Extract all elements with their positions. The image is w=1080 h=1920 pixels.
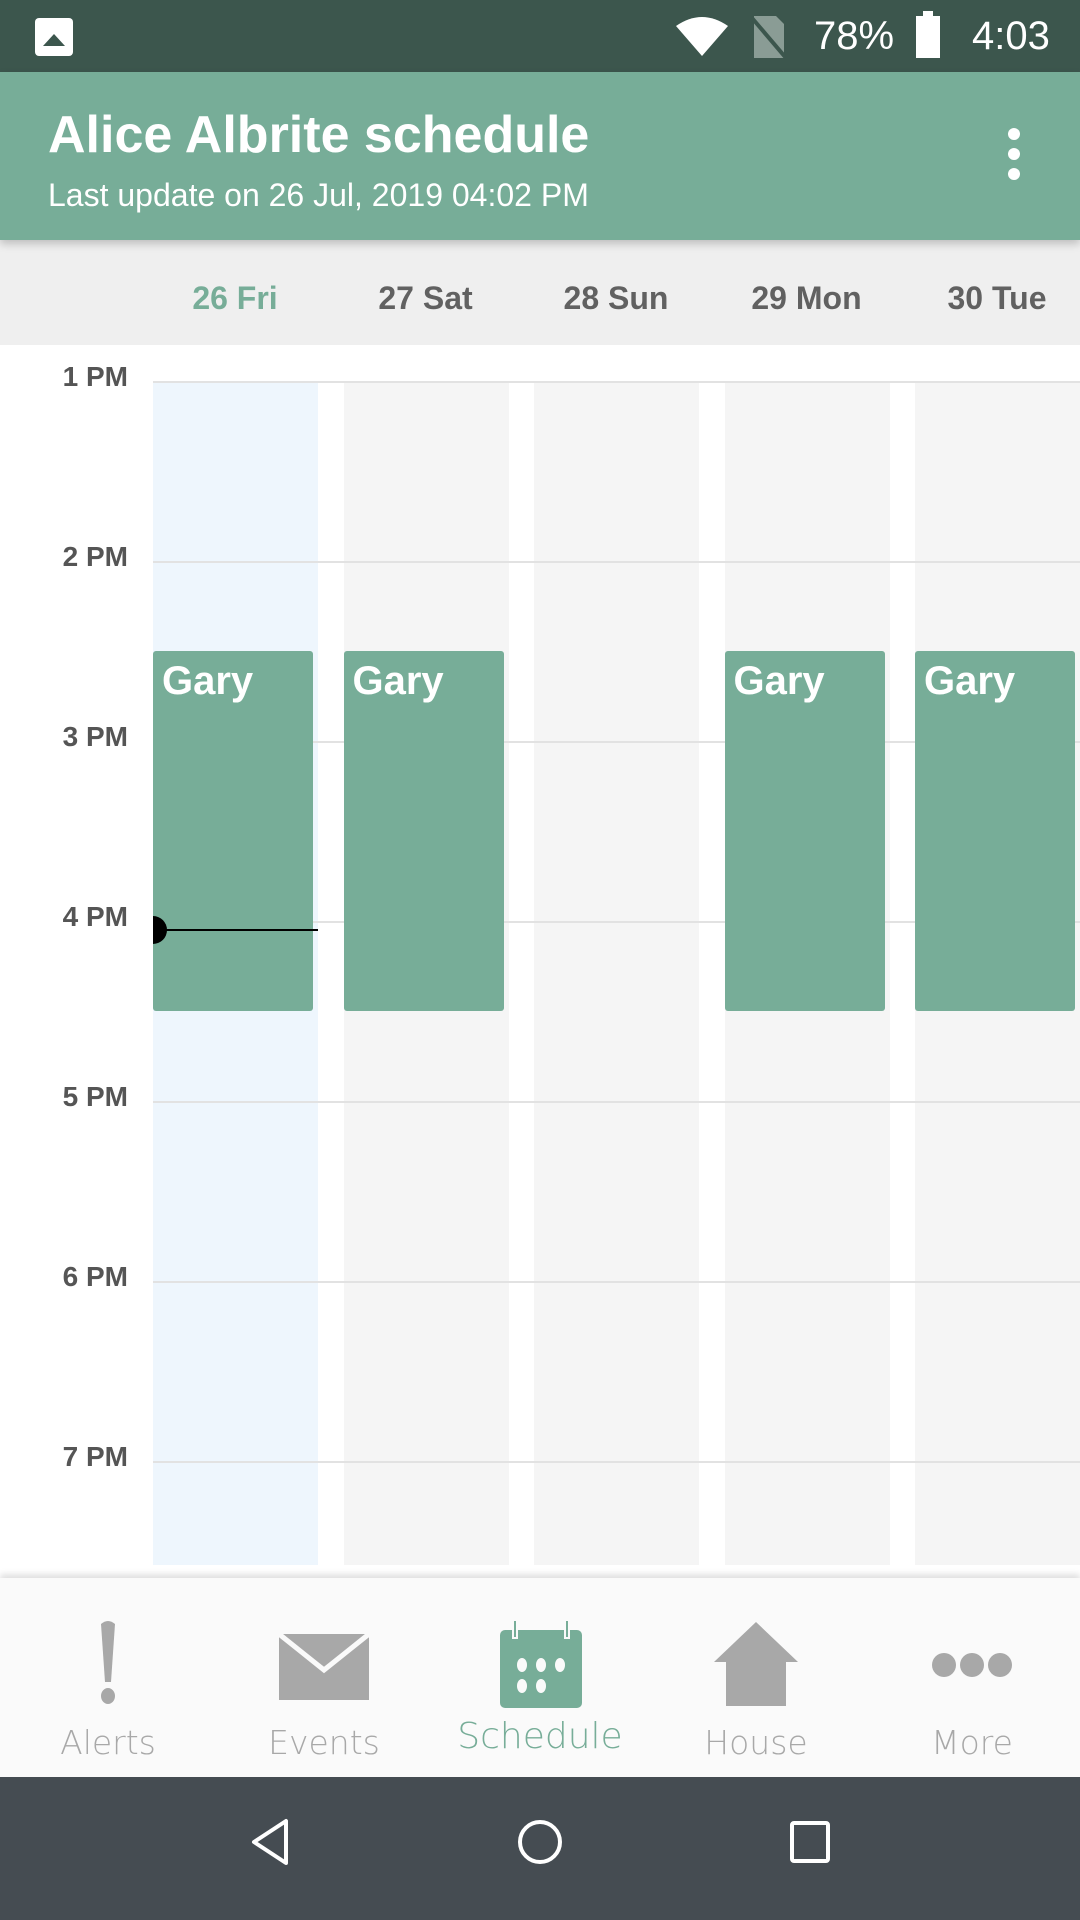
battery-icon: [916, 11, 940, 58]
status-bar: 78% 4:03: [0, 0, 1080, 72]
clock: 4:03: [972, 14, 1050, 58]
event-block[interactable]: Gary: [343, 651, 504, 1011]
hour-label: 7 PM: [62, 1441, 128, 1472]
hour-label: 5 PM: [62, 1081, 128, 1112]
hour-label: 4 PM: [62, 901, 128, 932]
day-header: 26 Fri 27 Sat 28 Sun 29 Mon 30 Tue: [0, 240, 1080, 345]
day-header-3[interactable]: 29 Mon: [712, 280, 902, 317]
hour-gridline: [153, 1461, 1080, 1463]
image-icon: [35, 18, 73, 56]
current-time-dot: [153, 916, 167, 944]
tab-events[interactable]: Events: [216, 1578, 432, 1777]
envelope-icon: [277, 1632, 371, 1700]
event-block[interactable]: Gary: [153, 651, 313, 1011]
system-nav-bar: [0, 1777, 1080, 1920]
day-column[interactable]: [534, 381, 699, 1565]
day-header-4[interactable]: 30 Tue: [902, 280, 1080, 317]
calendar-icon: [500, 1620, 582, 1708]
hour-label: 3 PM: [62, 721, 128, 752]
hour-label: 2 PM: [62, 541, 128, 572]
wifi-icon: [676, 17, 728, 56]
tab-label: More: [931, 1723, 1013, 1762]
tab-label: Schedule: [457, 1716, 623, 1757]
tab-more[interactable]: More: [864, 1578, 1080, 1777]
hour-label: 6 PM: [62, 1261, 128, 1292]
tab-alerts[interactable]: Alerts: [0, 1578, 216, 1777]
hour-gridline: [153, 1281, 1080, 1283]
more-vert-icon[interactable]: [996, 128, 1032, 184]
schedule-grid[interactable]: 1 PM 2 PM 3 PM 4 PM 5 PM 6 PM 7 PM Gary Gary Gary…: [0, 345, 1080, 1565]
event-block[interactable]: Gary: [915, 651, 1075, 1011]
tab-schedule[interactable]: Schedule: [432, 1578, 648, 1777]
hour-label: 1 PM: [62, 361, 128, 392]
home-icon[interactable]: [516, 1817, 564, 1867]
event-title: Gary: [924, 659, 1016, 703]
event-title: Gary: [733, 659, 825, 703]
exclamation-icon: [101, 1621, 115, 1704]
tab-label: Alerts: [60, 1723, 156, 1762]
app-bar: Alice Albrite schedule Last update on 26…: [0, 72, 1080, 240]
event-block[interactable]: Gary: [724, 651, 885, 1011]
no-sim-icon: [750, 16, 786, 58]
recents-icon[interactable]: [788, 1817, 832, 1867]
day-header-0[interactable]: 26 Fri: [140, 280, 330, 317]
tab-label: Events: [268, 1723, 380, 1762]
event-title: Gary: [162, 659, 254, 703]
back-icon[interactable]: [248, 1817, 292, 1867]
house-icon: [714, 1622, 798, 1706]
bottom-nav: Alerts Events Schedule House More: [0, 1578, 1080, 1777]
day-header-1[interactable]: 27 Sat: [331, 280, 521, 317]
day-header-2[interactable]: 28 Sun: [521, 280, 711, 317]
tab-label: House: [704, 1723, 808, 1762]
more-horiz-icon: [932, 1653, 1012, 1677]
hour-gridline: [153, 1101, 1080, 1103]
hour-gridline: [153, 561, 1080, 563]
current-time-line: [153, 929, 318, 931]
tab-house[interactable]: House: [648, 1578, 864, 1777]
battery-percent: 78%: [814, 14, 895, 58]
hour-gridline: [153, 381, 1080, 383]
page-title: Alice Albrite schedule: [48, 106, 590, 164]
event-title: Gary: [352, 659, 444, 703]
last-update-text: Last update on 26 Jul, 2019 04:02 PM: [48, 177, 589, 213]
